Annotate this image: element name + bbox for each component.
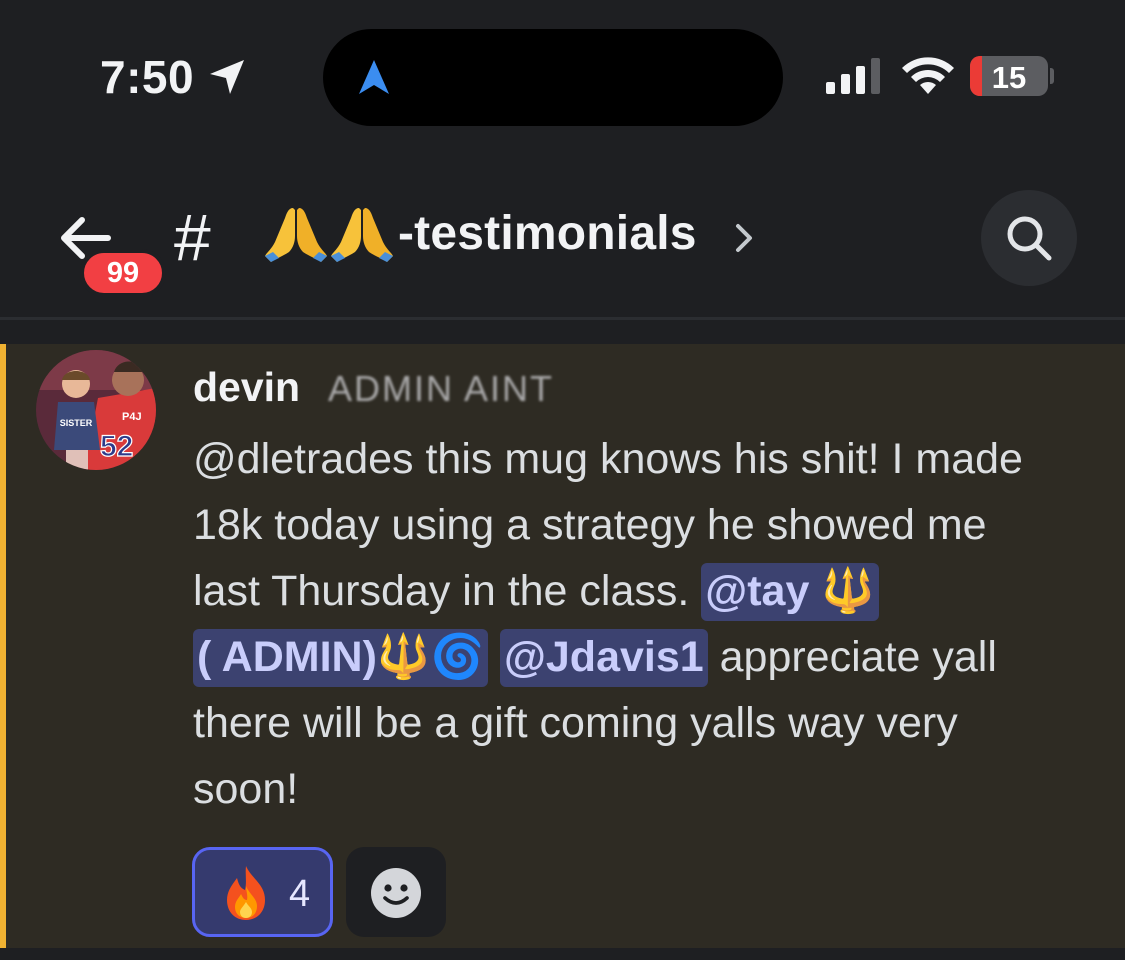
message-line: @dletrades this mug knows his shit! I ma… — [193, 426, 1093, 492]
navigation-arrow-icon — [359, 60, 389, 94]
user-mention[interactable]: @tay 🔱 — [701, 563, 879, 621]
avatar[interactable]: SISTER P4J 52 — [36, 350, 156, 470]
status-time: 7:50 — [100, 51, 195, 103]
message-content: @dletrades this mug knows his shit! I ma… — [193, 426, 1093, 822]
message-line: ( ADMIN)🔱🌀 @Jdavis1 appreciate yall — [193, 624, 1093, 690]
message-text: @dletrades this mug knows his shit! I ma… — [193, 435, 1023, 483]
svg-text:P4J: P4J — [122, 411, 142, 423]
message-author[interactable]: devin — [193, 364, 300, 411]
message-text: 18k today using a strategy he showed me — [193, 501, 987, 549]
channel-hash-icon: # — [174, 200, 211, 274]
message-line: soon! — [193, 756, 1093, 822]
message-text: appreciate yall — [707, 633, 997, 681]
add-reaction-button[interactable] — [346, 847, 446, 937]
battery-percent: 15 — [991, 60, 1027, 95]
chevron-right-icon[interactable] — [734, 220, 754, 256]
user-mention[interactable]: @Jdavis1 — [499, 629, 708, 687]
reaction-count: 4 — [289, 873, 311, 915]
channel-name[interactable]: -testimonials — [398, 206, 697, 261]
avatar-image: SISTER P4J 52 — [36, 350, 156, 470]
message-text: last Thursday in the class. — [193, 567, 702, 615]
smiley-icon — [371, 868, 421, 918]
author-role-tag: ADMIN AINT — [328, 368, 555, 409]
header-divider — [0, 317, 1125, 320]
pray-emoji-icon — [265, 208, 327, 262]
message-text: soon! — [193, 765, 299, 813]
dynamic-island — [323, 29, 783, 126]
wifi-icon — [902, 57, 954, 94]
message-item[interactable]: SISTER P4J 52 devin ADMIN AINT @dletrade… — [0, 344, 1125, 948]
location-arrow-icon — [210, 60, 244, 94]
fire-emoji-icon — [227, 866, 265, 920]
pray-emoji-icon — [331, 208, 393, 262]
status-bar: 7:50 15 — [0, 0, 1125, 150]
message-line: 18k today using a strategy he showed me — [193, 492, 1093, 558]
message-text: there will be a gift coming yalls way ve… — [193, 699, 958, 747]
message-line: there will be a gift coming yalls way ve… — [193, 690, 1093, 756]
user-mention[interactable]: ( ADMIN)🔱🌀 — [193, 629, 488, 687]
cell-signal-icon — [826, 58, 880, 94]
battery-icon: 15 — [970, 56, 1048, 96]
svg-text:SISTER: SISTER — [60, 418, 93, 428]
svg-text:52: 52 — [100, 430, 133, 463]
battery-tip — [1050, 68, 1054, 84]
unread-badge: 99 — [80, 249, 166, 297]
mention-highlight-bar — [0, 344, 6, 948]
channel-header: 99 # -testimonials — [0, 150, 1125, 318]
message-line: last Thursday in the class. @tay 🔱 — [193, 558, 1093, 624]
search-icon — [1007, 216, 1052, 261]
reaction-fire[interactable]: 4 — [192, 847, 333, 937]
message-text — [488, 633, 500, 681]
search-button[interactable] — [981, 190, 1077, 286]
